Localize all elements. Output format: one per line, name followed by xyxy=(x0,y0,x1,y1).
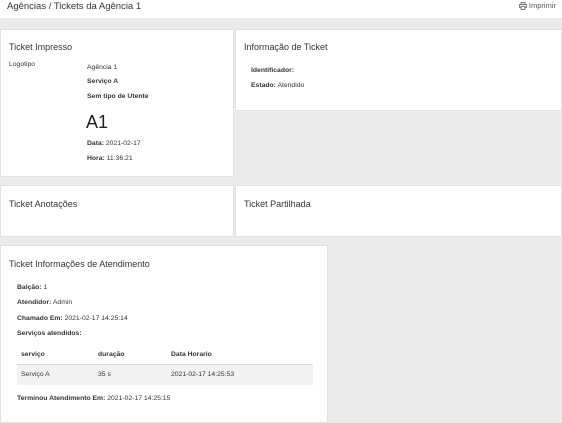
service-name: Serviço A xyxy=(87,78,119,85)
servicos-label: Serviços atendidos: xyxy=(17,330,82,337)
balcao-row: Balção: 1 xyxy=(17,284,47,291)
atendimento-panel: Ticket Informações de Atendimento Balção… xyxy=(0,245,328,423)
top-bar: Agências / Tickets da Agência 1 Imprimir xyxy=(0,0,562,18)
identifier-label: Identificador: xyxy=(251,67,295,74)
balcao-value: 1 xyxy=(43,284,48,291)
panel-title: Ticket Informações de Atendimento xyxy=(9,259,150,269)
identifier-row: Identificador: xyxy=(251,67,294,74)
panel-title: Ticket Anotações xyxy=(9,199,78,209)
chamado-label: Chamado Em: xyxy=(17,315,63,322)
ticket-number: A1 xyxy=(86,112,109,132)
state-value: Atendido xyxy=(277,82,305,89)
ticket-anotacoes-panel: Ticket Anotações xyxy=(0,185,234,237)
panel-title: Informação de Ticket xyxy=(244,42,328,52)
table-cell: Serviço A xyxy=(21,371,50,378)
table-cell: 2021-02-17 14:25:53 xyxy=(171,371,235,378)
chamado-value: 2021-02-17 14:25:14 xyxy=(64,315,128,322)
user-type: Sem tipo de Utente xyxy=(87,93,149,100)
table-cell: 35 s xyxy=(98,371,111,378)
print-label: Imprimir xyxy=(528,1,556,10)
terminou-value: 2021-02-17 14:25:15 xyxy=(107,395,171,402)
table-row: Serviço A 35 s 2021-02-17 14:25:53 xyxy=(17,365,313,385)
column-header: Data Horario xyxy=(171,351,212,358)
atendidor-row: Atendidor: Admin xyxy=(17,299,72,306)
panel-title: Ticket Partilhada xyxy=(244,199,311,209)
state-label: Estado: xyxy=(251,82,276,89)
column-header: serviço xyxy=(21,351,45,358)
time-value: 11:36:21 xyxy=(106,155,133,162)
column-header: duração xyxy=(98,351,125,358)
atendidor-label: Atendidor: xyxy=(17,299,52,306)
date-value: 2021-02-17 xyxy=(105,140,141,147)
printer-icon xyxy=(519,1,527,10)
terminou-row: Terminou Atendimento Em: 2021-02-17 14:2… xyxy=(17,395,170,402)
atendidor-value: Admin xyxy=(52,299,73,306)
ticket-time: Hora: 11:36:21 xyxy=(87,155,133,162)
logo-placeholder: Logotipo xyxy=(9,61,36,68)
panel-title: Ticket Impresso xyxy=(9,42,73,52)
ticket-date: Data: 2021-02-17 xyxy=(87,140,141,147)
breadcrumb: Agências / Tickets da Agência 1 xyxy=(7,1,142,12)
date-label: Data: xyxy=(87,140,104,147)
state-row: Estado: Atendido xyxy=(251,82,304,89)
ticket-impresso-panel: Ticket Impresso Logotipo Agência 1 Servi… xyxy=(0,29,234,177)
print-button[interactable]: Imprimir xyxy=(519,1,556,10)
informacao-ticket-panel: Informação de Ticket Identificador: Esta… xyxy=(235,29,562,111)
agency-name: Agência 1 xyxy=(87,64,118,71)
ticket-partilhada-panel: Ticket Partilhada xyxy=(235,185,562,237)
balcao-label: Balção: xyxy=(17,284,42,291)
time-label: Hora: xyxy=(87,155,105,162)
terminou-label: Terminou Atendimento Em: xyxy=(17,395,106,402)
table-header: serviço duração Data Horario xyxy=(17,345,313,365)
chamado-row: Chamado Em: 2021-02-17 14:25:14 xyxy=(17,315,128,322)
